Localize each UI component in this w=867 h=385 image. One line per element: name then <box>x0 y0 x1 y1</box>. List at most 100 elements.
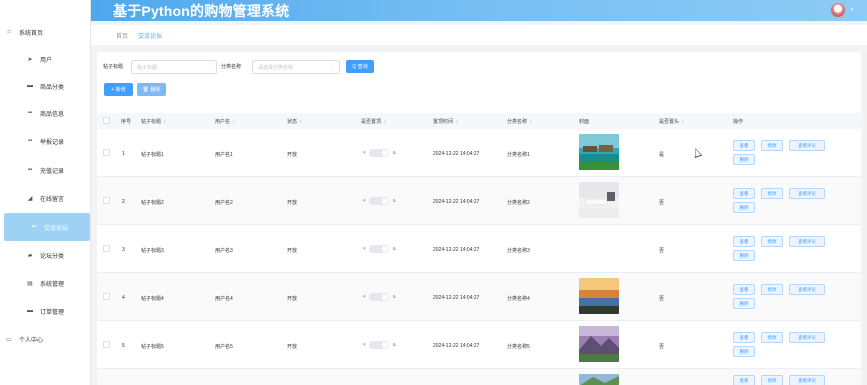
sidebar-item-label: 订单管理 <box>40 309 65 316</box>
row-checkbox[interactable] <box>103 149 110 156</box>
username: 用户名5 <box>215 344 233 350</box>
view-button[interactable]: 查看 <box>733 188 755 199</box>
tag-icon: ▰ <box>27 252 33 259</box>
sidebar-item-product-category[interactable]: ▬ 商品分类 <box>0 72 91 100</box>
delete-row-button[interactable]: 删除 <box>733 250 755 261</box>
column-header-user[interactable]: 用户名 ⇕ <box>215 113 235 129</box>
post-title: 帖子标题4 <box>141 296 164 302</box>
column-header-status[interactable]: 状态 ⇕ <box>287 113 302 129</box>
status: 开放 <box>287 296 298 302</box>
row-checkbox[interactable] <box>103 293 110 300</box>
sidebar-item-forum-category[interactable]: ▰ 论坛分类 <box>0 241 91 269</box>
status: 开放 <box>287 152 298 158</box>
sidebar-item-profile[interactable]: ▭ 个人中心 <box>0 325 91 353</box>
category-name: 分类名称5 <box>507 344 530 350</box>
view-button[interactable]: 查看 <box>733 375 755 385</box>
table-row: 5 帖子标题5 用户名5 开放 < ≥ 2024-12-22 14:04:27 分… <box>97 321 861 369</box>
column-header-is-top[interactable]: 是否置头 ⇕ <box>659 113 684 129</box>
cover-image <box>579 134 619 170</box>
chevron-down-icon[interactable]: ▾ <box>850 7 853 13</box>
edit-button[interactable]: 修改 <box>761 284 783 295</box>
cover-image <box>579 278 619 314</box>
view-comments-button[interactable]: 查看评论 <box>789 375 825 385</box>
sidebar-item-reports[interactable]: ▪▪ 举报记录 <box>0 127 91 155</box>
row-number: 3 <box>122 247 125 253</box>
delete-row-button[interactable]: 删除 <box>733 154 755 165</box>
row-checkbox[interactable] <box>103 197 110 204</box>
delete-row-button[interactable]: 删除 <box>733 346 755 357</box>
grid-icon: ▪▪ <box>31 224 37 230</box>
delete-row-button[interactable]: 删除 <box>733 202 755 213</box>
profile-icon: ▭ <box>6 336 12 343</box>
view-button[interactable]: 查看 <box>733 236 755 247</box>
edit-button[interactable]: 修改 <box>761 375 783 385</box>
view-comments-button[interactable]: 查看评论 <box>789 332 825 343</box>
sort-icon: ⇕ <box>163 118 167 124</box>
edit-button[interactable]: 修改 <box>761 332 783 343</box>
delete-button[interactable]: 🗑 删除 <box>137 83 166 96</box>
pin-switch[interactable]: < ≥ <box>363 197 396 205</box>
sidebar-item-label: 充值记录 <box>40 168 65 175</box>
pin-switch[interactable]: < ≥ <box>363 293 396 301</box>
sidebar-item-forum[interactable]: ▪▪ 交流论坛 <box>4 213 90 241</box>
pin-time: 2024-12-22 14:04:27 <box>433 343 480 349</box>
query-button[interactable]: Q 查询 <box>346 60 374 73</box>
avatar[interactable] <box>831 3 845 17</box>
table-header <box>97 113 861 129</box>
view-button[interactable]: 查看 <box>733 332 755 343</box>
sort-icon: ⇕ <box>383 118 387 124</box>
select-all-checkbox[interactable] <box>103 117 110 124</box>
pin-time: 2024-12-22 14:04:27 <box>433 151 480 157</box>
view-button[interactable]: 查看 <box>733 140 755 151</box>
pin-time: 2024-12-22 14:04:27 <box>433 247 480 253</box>
edit-button[interactable]: 修改 <box>761 188 783 199</box>
pin-switch[interactable]: < ≥ <box>363 341 396 349</box>
column-header-pin-time[interactable]: 置顶时间 ⇕ <box>433 113 458 129</box>
view-comments-button[interactable]: 查看评论 <box>789 140 825 151</box>
username: 用户名3 <box>215 248 233 254</box>
column-header-actions: 操作 <box>733 118 744 125</box>
pin-switch[interactable]: < ≥ <box>363 245 396 253</box>
add-button[interactable]: + 新增 <box>104 83 133 96</box>
category-select[interactable]: 请选择分类名称 ⌄ <box>252 60 340 74</box>
category-name: 分类名称4 <box>507 296 530 302</box>
category-name: 分类名称2 <box>507 200 530 206</box>
grid-icon: ▪▪ <box>27 138 33 144</box>
sidebar-item-home[interactable]: ⌂ 系统首页 <box>0 18 91 46</box>
sidebar-item-label: 用户 <box>40 57 53 64</box>
table-row: 查看 修改 查看评论 <box>97 369 861 385</box>
title-search-input[interactable]: 帖子标题 <box>131 60 217 74</box>
sidebar-item-label: 举报记录 <box>40 139 65 146</box>
delete-row-button[interactable]: 删除 <box>733 298 755 309</box>
pin-switch[interactable]: < ≥ <box>363 149 396 157</box>
edit-button[interactable]: 修改 <box>761 236 783 247</box>
sidebar-item-users[interactable]: ➤ 用户 <box>0 45 91 73</box>
sidebar-item-messages[interactable]: ◢ 在线留言 <box>0 184 91 212</box>
post-title: 帖子标题1 <box>141 152 164 158</box>
username: 用户名1 <box>215 152 233 158</box>
column-header-title[interactable]: 帖子标题 ⇕ <box>141 113 166 129</box>
category-icon: ▬ <box>27 83 33 89</box>
tab-forum[interactable]: 交流论坛 <box>138 31 162 40</box>
sidebar-item-recharge[interactable]: ▪▪ 充值记录 <box>0 156 91 184</box>
tab-home[interactable]: 首页 <box>116 31 128 40</box>
column-header-category[interactable]: 分类名称 ⇕ <box>507 113 532 129</box>
sidebar-item-label: 商品分类 <box>40 84 65 91</box>
view-comments-button[interactable]: 查看评论 <box>789 284 825 295</box>
sidebar-item-product-info[interactable]: ▪▪ 商品信息 <box>0 99 91 127</box>
column-header-pinned[interactable]: 是否置顶 ⇕ <box>361 113 386 129</box>
breadcrumb: 首页 交流论坛 <box>91 25 867 45</box>
sidebar-item-orders[interactable]: ▬ 订单管理 <box>0 297 91 325</box>
sidebar-item-system[interactable]: ▤ 系统管理 <box>0 269 91 297</box>
view-comments-button[interactable]: 查看评论 <box>789 236 825 247</box>
sidebar-item-label: 交流论坛 <box>44 225 69 232</box>
view-button[interactable]: 查看 <box>733 284 755 295</box>
row-checkbox[interactable] <box>103 245 110 252</box>
is-top: 是 <box>659 152 665 158</box>
row-checkbox[interactable] <box>103 341 110 348</box>
sidebar: ⌂ 系统首页 ➤ 用户 ▬ 商品分类 ▪▪ 商品信息 ▪▪ 举报记录 ▪▪ 充值… <box>0 0 91 385</box>
edit-button[interactable]: 修改 <box>761 140 783 151</box>
sort-icon: ⇕ <box>529 118 533 124</box>
is-top: 否 <box>659 200 665 206</box>
view-comments-button[interactable]: 查看评论 <box>789 188 825 199</box>
